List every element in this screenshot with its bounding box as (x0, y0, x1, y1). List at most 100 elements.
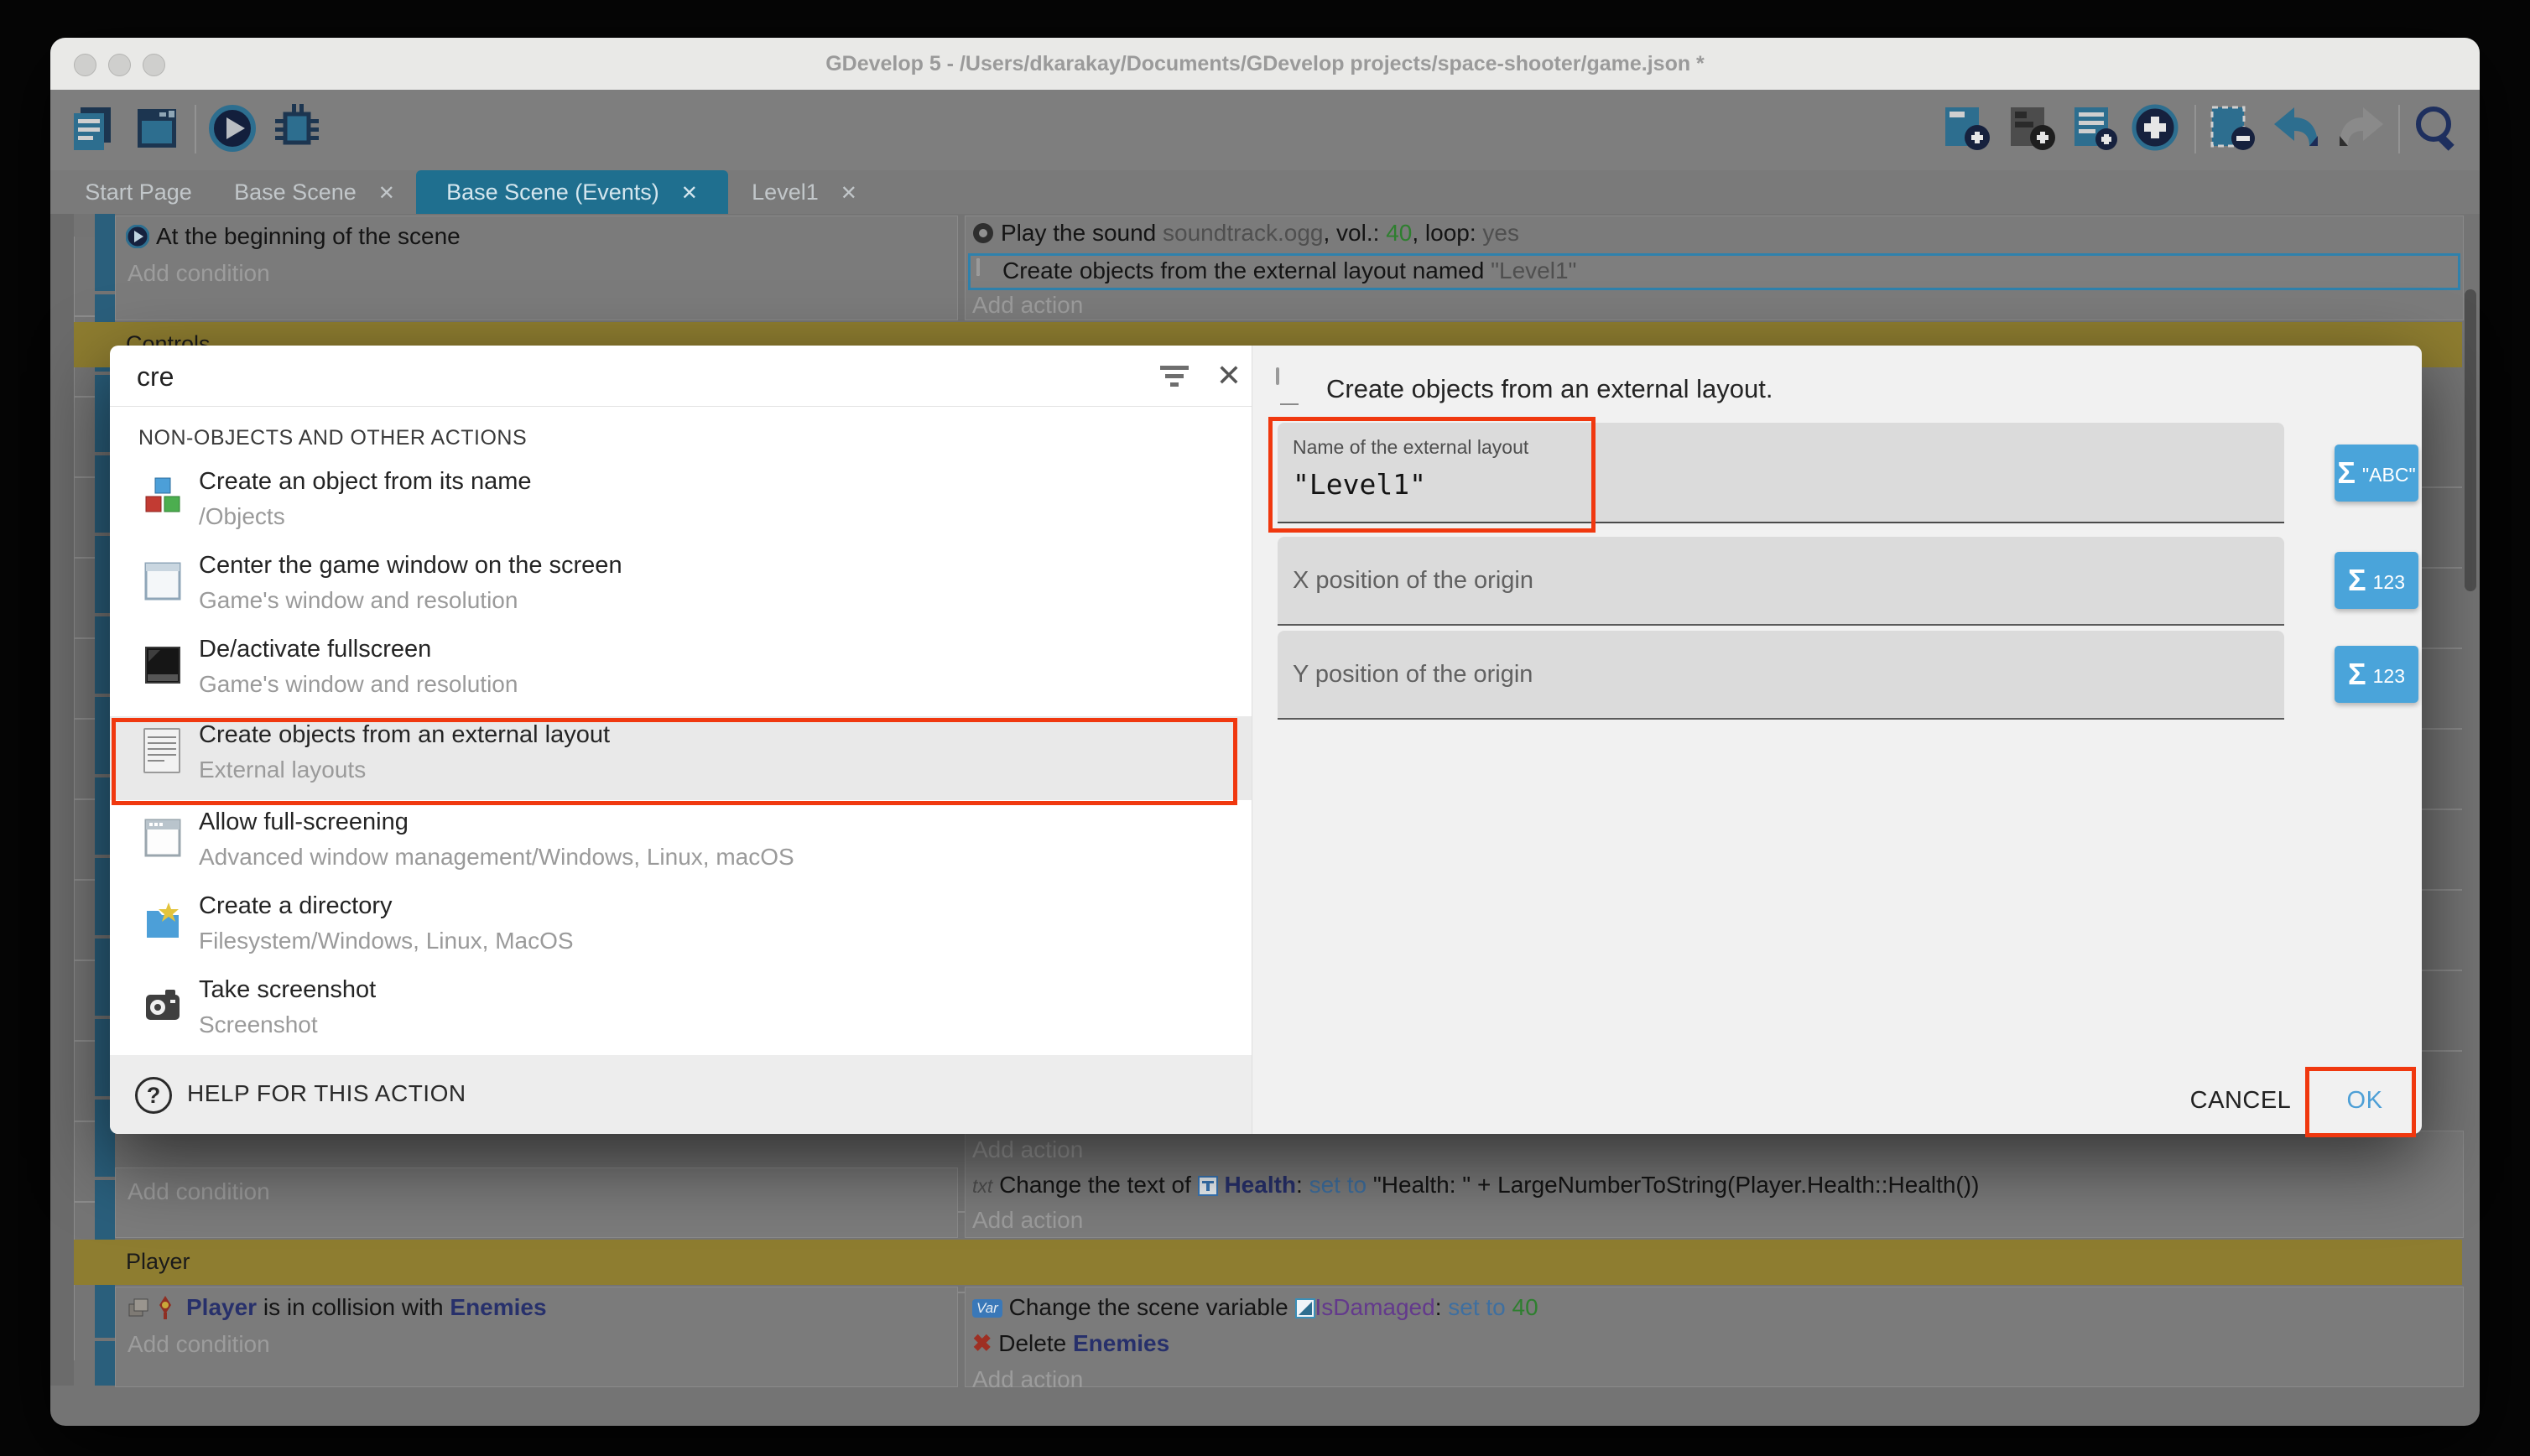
action-text[interactable]: Play the sound soundtrack.ogg, vol.: 40,… (1001, 220, 1519, 247)
game-window-icon (143, 559, 182, 602)
action-cell[interactable]: Add action txt Change the text of Health… (965, 1131, 2464, 1238)
group-player[interactable]: Player (74, 1240, 2462, 1285)
object-cube-icon (126, 1296, 151, 1319)
action-text[interactable]: Var Change the scene variable IsDamaged:… (972, 1294, 1538, 1321)
action-text[interactable]: ✖ Delete Enemies (972, 1329, 1169, 1357)
filter-icon[interactable] (1160, 364, 1195, 389)
annotation-box-selected-action (112, 718, 1237, 805)
condition-text[interactable]: At the beginning of the scene (156, 223, 461, 250)
y-position-field[interactable]: Y position of the origin (1278, 631, 2284, 720)
expression-builder-y-button[interactable]: Σ 123 (2335, 646, 2418, 703)
item-subtitle: Game's window and resolution (199, 587, 518, 614)
expression-builder-abc-button[interactable]: Σ "ABC" (2335, 445, 2418, 502)
help-row: ? HELP FOR THIS ACTION (110, 1055, 1252, 1134)
editor-tabbar: Start Page Base Scene✕ Base Scene (Event… (50, 170, 2480, 214)
sigma-icon: Σ (2348, 563, 2366, 597)
variable-badge-icon: Var (972, 1299, 1002, 1318)
scene-start-icon (126, 225, 149, 248)
list-item-fullscreen[interactable]: De/activate fullscreen Game's window and… (110, 631, 1252, 715)
item-subtitle: Filesystem/Windows, Linux, MacOS (199, 928, 574, 954)
scene-editor-icon[interactable] (133, 102, 183, 156)
collision-icon (154, 1294, 176, 1319)
expression-builder-x-button[interactable]: Σ 123 (2335, 552, 2418, 609)
action-cell[interactable]: Var Change the scene variable IsDamaged:… (965, 1287, 2464, 1387)
action-text[interactable]: Create objects from the external layout … (1002, 257, 1576, 284)
main-toolbar (50, 90, 2480, 170)
tab-level1[interactable]: Level1 ✕ (733, 170, 876, 214)
tab-close-icon[interactable]: ✕ (681, 182, 698, 205)
tab-start-page[interactable]: Start Page (59, 170, 218, 214)
annotation-box-layout-name (1268, 417, 1596, 533)
cancel-button[interactable]: CANCEL (2182, 1082, 2299, 1119)
window-title: GDevelop 5 - /Users/dkarakay/Documents/G… (50, 38, 2480, 90)
sigma-icon: Σ (2337, 455, 2356, 490)
scrollbar-thumb[interactable] (2465, 289, 2476, 591)
add-condition-link[interactable]: Add condition (128, 260, 270, 287)
tab-close-icon[interactable]: ✕ (378, 182, 395, 205)
action-text[interactable]: txt Change the text of Health: set to "H… (972, 1172, 1979, 1199)
list-item-center-window[interactable]: Center the game window on the screen Gam… (110, 547, 1252, 631)
condition-cell[interactable]: Player is in collision with Enemies Add … (115, 1287, 958, 1387)
project-manager-icon[interactable] (67, 102, 117, 156)
tab-base-scene-events[interactable]: Base Scene (Events)✕ (416, 170, 728, 214)
list-item-allow-fullscreening[interactable]: Allow full-screening Advanced window man… (110, 803, 1252, 887)
button-label: 123 (2373, 571, 2405, 593)
button-label: "ABC" (2362, 464, 2416, 486)
play-sound-icon (972, 222, 994, 244)
toolbar-separator (195, 105, 196, 153)
redo-icon[interactable] (2335, 102, 2385, 156)
toolbar-separator (2194, 105, 2196, 153)
search-bar: ✕ (110, 346, 1252, 407)
annotation-box-ok (2305, 1067, 2416, 1137)
add-comment-icon[interactable] (2071, 102, 2121, 156)
list-item-create-directory[interactable]: Create a directory Filesystem/Windows, L… (110, 887, 1252, 971)
help-icon: ? (135, 1077, 172, 1114)
action-cell[interactable]: Play the sound soundtrack.ogg, vol.: 40,… (965, 216, 2464, 320)
item-title: De/activate fullscreen (199, 636, 431, 663)
sigma-icon: Σ (2348, 657, 2366, 691)
add-subevent-icon[interactable] (2007, 102, 2058, 156)
tab-label: Level1 (752, 179, 819, 205)
selected-action-row[interactable]: Create objects from the external layout … (968, 253, 2460, 290)
list-item-create-object[interactable]: Create an object from its name /Objects (110, 463, 1252, 547)
condition-text[interactable]: Player is in collision with Enemies (186, 1294, 547, 1321)
undo-icon[interactable] (2269, 102, 2319, 156)
folder-icon (143, 899, 182, 943)
search-icon[interactable] (2412, 102, 2462, 156)
tab-close-icon[interactable]: ✕ (841, 182, 857, 205)
debug-icon[interactable] (272, 102, 322, 156)
item-title: Allow full-screening (199, 809, 409, 836)
item-title: Create an object from its name (199, 468, 532, 496)
field-placeholder: Y position of the origin (1293, 661, 1533, 689)
tab-label: Start Page (85, 179, 192, 205)
add-action-link[interactable]: Add action (972, 292, 1083, 319)
x-position-field[interactable]: X position of the origin (1278, 537, 2284, 626)
condition-cell[interactable]: Add condition (115, 1167, 958, 1238)
tab-base-scene[interactable]: Base Scene✕ (218, 170, 411, 214)
add-action-link[interactable]: Add action (972, 1207, 1083, 1234)
help-link[interactable]: HELP FOR THIS ACTION (187, 1080, 466, 1107)
delete-event-icon[interactable] (2208, 102, 2258, 156)
close-icon[interactable]: ✕ (1210, 357, 1247, 394)
scene-variable-icon (1295, 1298, 1315, 1318)
events-row-markers (74, 237, 96, 1360)
camera-icon (143, 983, 182, 1027)
list-item-take-screenshot[interactable]: Take screenshot Screenshot (110, 971, 1252, 1055)
condition-cell[interactable]: At the beginning of the scene Add condit… (115, 216, 958, 320)
field-placeholder: X position of the origin (1293, 567, 1533, 595)
add-something-icon[interactable] (2131, 102, 2181, 156)
add-event-icon[interactable] (1942, 102, 1992, 156)
button-label: 123 (2373, 665, 2405, 687)
item-title: Take screenshot (199, 976, 376, 1004)
add-action-link[interactable]: Add action (972, 1136, 1083, 1163)
add-action-link[interactable]: Add action (972, 1366, 1083, 1393)
item-title: Create a directory (199, 892, 393, 920)
window-icon (143, 815, 182, 859)
play-preview-icon[interactable] (208, 102, 258, 156)
item-subtitle: Game's window and resolution (199, 671, 518, 698)
titlebar: GDevelop 5 - /Users/dkarakay/Documents/G… (50, 38, 2480, 91)
add-condition-link[interactable]: Add condition (128, 1178, 270, 1205)
add-condition-link[interactable]: Add condition (128, 1331, 270, 1358)
search-input[interactable] (135, 356, 1128, 398)
delete-icon: ✖ (972, 1330, 992, 1356)
